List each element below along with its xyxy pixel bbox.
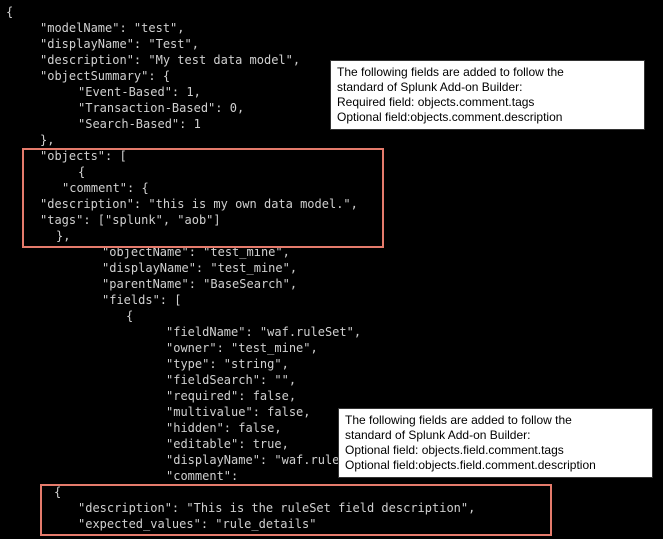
code-line: "parentName": "BaseSearch",: [6, 277, 297, 291]
code-line: "description": "My test data model",: [6, 53, 300, 67]
code-line: "comment":: [6, 469, 238, 483]
code-line: "Search-Based": 1: [6, 117, 201, 131]
code-line: "description": "this is my own data mode…: [6, 197, 358, 211]
code-line: "editable": true,: [6, 437, 289, 451]
code-line: "comment": {: [6, 181, 149, 195]
code-line: "Event-Based": 1,: [6, 85, 201, 99]
code-line: "modelName": "test",: [6, 21, 185, 35]
code-line: "fieldName": "waf.ruleSet",: [6, 325, 361, 339]
code-line: "owner": "test_mine",: [6, 341, 318, 355]
code-line: "displayName": "waf.ruleSet",: [6, 453, 376, 467]
callout-field-comment: The following fields are added to follow…: [338, 408, 653, 478]
code-line: },: [6, 229, 70, 243]
code-line: {: [6, 165, 85, 179]
callout-line: Required field: objects.comment.tags: [337, 95, 638, 110]
code-line: "expected_values": "rule_details": [6, 517, 316, 531]
code-line: {: [6, 5, 13, 19]
code-line: "objects": [: [6, 149, 127, 163]
callout-line: standard of Splunk Add-on Builder:: [345, 428, 646, 443]
code-line: "Transaction-Based": 0,: [6, 101, 244, 115]
code-line: "fieldSearch": "",: [6, 373, 296, 387]
code-line: "description": "This is the ruleSet fiel…: [6, 501, 475, 515]
code-line: },: [6, 133, 54, 147]
code-line: "objectName": "test_mine",: [6, 245, 290, 259]
code-line: "type": "string",: [6, 357, 289, 371]
callout-line: Optional field:objects.comment.descripti…: [337, 110, 638, 125]
code-line: "displayName": "Test",: [6, 37, 199, 51]
code-line: "hidden": false,: [6, 421, 282, 435]
callout-line: Optional field:objects.field.comment.des…: [345, 458, 646, 473]
code-line: "objectSummary": {: [6, 69, 170, 83]
code-line: {: [6, 309, 133, 323]
callout-objects-comment: The following fields are added to follow…: [330, 60, 645, 130]
callout-line: The following fields are added to follow…: [337, 65, 638, 80]
callout-line: Optional field: objects.field.comment.ta…: [345, 443, 646, 458]
callout-line: The following fields are added to follow…: [345, 413, 646, 428]
code-line: "tags": ["splunk", "aob"]: [6, 213, 221, 227]
code-line: {: [6, 485, 61, 499]
code-line: "multivalue": false,: [6, 405, 311, 419]
code-line: "fields": [: [6, 293, 181, 307]
callout-line: standard of Splunk Add-on Builder:: [337, 80, 638, 95]
code-line: "displayName": "test_mine",: [6, 261, 297, 275]
code-line: "required": false,: [6, 389, 296, 403]
